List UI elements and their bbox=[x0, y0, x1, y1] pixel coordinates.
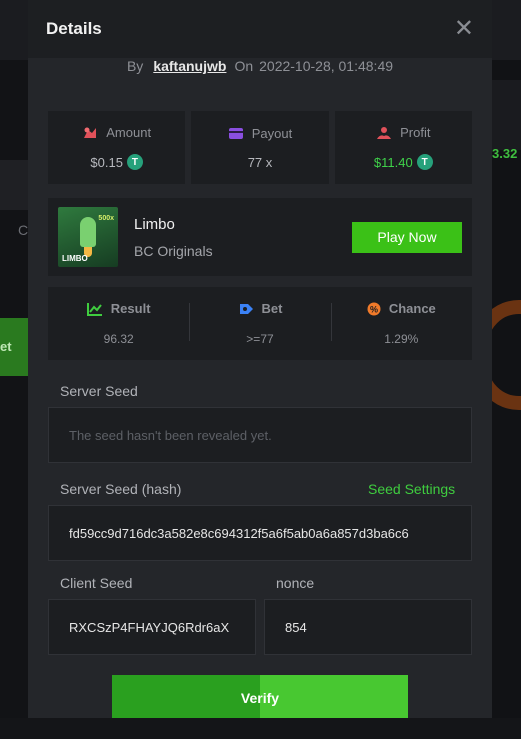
game-info: Limbo BC Originals bbox=[134, 216, 352, 259]
profit-icon bbox=[376, 126, 392, 140]
nonce-label: nonce bbox=[276, 575, 315, 591]
on-label: On bbox=[234, 58, 254, 74]
chance-label: Chance bbox=[388, 301, 436, 316]
bet-icon bbox=[238, 302, 254, 316]
payout-icon bbox=[228, 127, 244, 140]
background-footer bbox=[0, 718, 521, 739]
bet-stats: Amount $0.15 T Payout 77 x Profit $11.40… bbox=[48, 111, 472, 184]
stat-profit: Profit $11.40 T bbox=[334, 111, 472, 184]
background-right-panel: 3.32 bbox=[492, 60, 521, 739]
bet-cell: Bet >=77 bbox=[189, 301, 330, 346]
chance-cell: % Chance 1.29% bbox=[330, 301, 472, 346]
amount-icon bbox=[82, 126, 98, 140]
username-link[interactable]: kaftanujwb bbox=[153, 58, 226, 74]
game-provider: BC Originals bbox=[134, 242, 213, 259]
server-seed-field: The seed hasn't been revealed yet. bbox=[48, 407, 472, 463]
stat-amount-label: Amount bbox=[106, 125, 152, 140]
background-left-item bbox=[0, 160, 28, 210]
stat-payout-value: 77 x bbox=[247, 154, 273, 170]
modal-title: Details bbox=[46, 19, 102, 38]
stat-payout-head: Payout bbox=[228, 126, 292, 141]
stat-profit-value: $11.40 bbox=[373, 154, 413, 170]
server-seed-label: Server Seed bbox=[60, 383, 138, 399]
chance-value: 1.29% bbox=[384, 332, 419, 346]
game-name: Limbo bbox=[134, 215, 175, 233]
stat-payout-label: Payout bbox=[251, 125, 293, 141]
details-modal: Details ✕ By kaftanujwb On 2022-10-28, 01:4… bbox=[28, 0, 492, 718]
stat-profit-value-row: $11.40 T bbox=[374, 154, 433, 170]
background-left-letter: C bbox=[18, 222, 29, 238]
bet-label: Bet bbox=[261, 301, 283, 316]
background-multiplier-ring bbox=[492, 300, 521, 410]
bet-date: 2022-10-28, 01:48:49 bbox=[259, 58, 394, 74]
tether-coin-icon: T bbox=[416, 154, 433, 170]
stat-amount-head: Amount bbox=[82, 125, 151, 140]
background-right-amount: 3.32 bbox=[492, 146, 518, 161]
chance-icon: % bbox=[367, 302, 381, 316]
result-icon bbox=[86, 302, 103, 316]
stat-amount-value: $0.15 bbox=[90, 154, 123, 170]
client-seed-field[interactable]: RXCSzP4FHAYJQ6Rdr6aX bbox=[48, 599, 256, 655]
stat-amount: Amount $0.15 T bbox=[48, 111, 186, 184]
result-panel: Result 96.32 Bet >=77 % Chance 1.29% bbox=[48, 287, 472, 360]
thumbnail-multiplier: 500x bbox=[98, 215, 114, 222]
verify-button[interactable]: Verify bbox=[112, 675, 408, 718]
result-label: Result bbox=[110, 301, 151, 316]
by-label: By bbox=[126, 58, 144, 74]
stat-payout-value-row: 77 x bbox=[248, 155, 273, 170]
seed-settings-link[interactable]: Seed Settings bbox=[368, 481, 455, 497]
background-bet-button: et bbox=[0, 318, 28, 376]
play-now-button[interactable]: Play Now bbox=[352, 221, 462, 253]
rocket-icon bbox=[80, 217, 96, 247]
game-card: 500x LIMBO Limbo BC Originals Play Now bbox=[48, 198, 472, 276]
nonce-field[interactable]: 854 bbox=[264, 599, 472, 655]
stat-profit-head: Profit bbox=[376, 125, 430, 140]
thumbnail-logo-text: LIMBO bbox=[62, 254, 88, 263]
limbo-thumbnail[interactable]: 500x LIMBO bbox=[58, 207, 118, 267]
client-seed-label: Client Seed bbox=[60, 575, 133, 591]
chance-head: % Chance bbox=[367, 301, 436, 316]
byline: By kaftanujwb On 2022-10-28, 01:48:49 bbox=[28, 58, 492, 74]
server-seed-hash-field[interactable]: fd59cc9d716dc3a582e8c694312f5a6f5ab0a6a8… bbox=[48, 505, 472, 561]
server-seed-hash-label: Server Seed (hash) bbox=[60, 481, 182, 497]
result-value: 96.32 bbox=[103, 332, 134, 346]
close-icon[interactable]: ✕ bbox=[454, 17, 474, 41]
result-cell: Result 96.32 bbox=[48, 301, 189, 346]
stat-payout: Payout 77 x bbox=[191, 111, 329, 184]
modal-header: Details ✕ bbox=[28, 0, 492, 58]
bet-value: >=77 bbox=[246, 332, 274, 346]
tether-coin-icon: T bbox=[126, 154, 143, 170]
svg-text:%: % bbox=[370, 304, 378, 314]
stat-amount-value-row: $0.15 T bbox=[90, 154, 143, 170]
background-right-box bbox=[492, 80, 521, 150]
result-head: Result bbox=[86, 301, 151, 316]
stat-profit-label: Profit bbox=[400, 125, 431, 140]
bet-head: Bet bbox=[238, 301, 283, 316]
background-left-panel bbox=[0, 60, 28, 720]
